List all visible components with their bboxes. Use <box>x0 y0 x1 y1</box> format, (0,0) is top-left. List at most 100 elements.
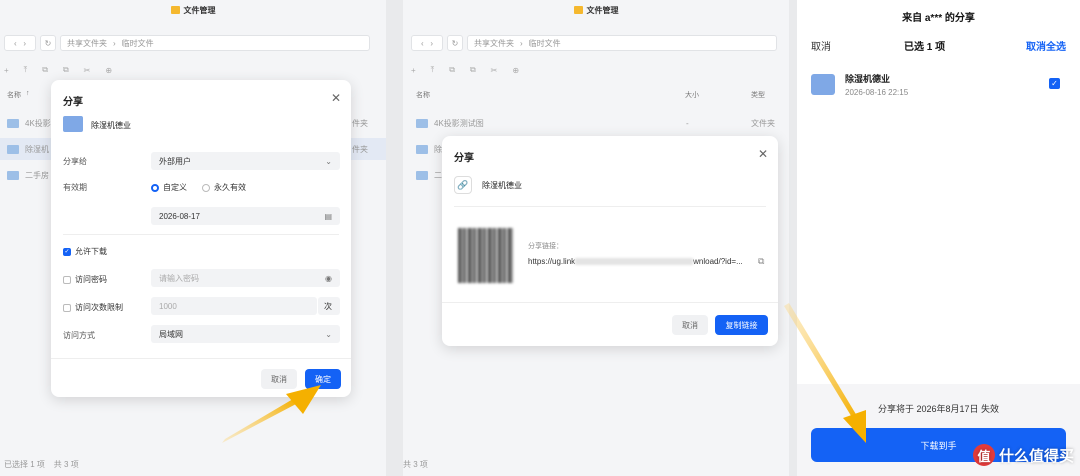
mobile-share-page: 来自 a*** 的分享 取消 已选 1 项 取消全选 除湿机德业 2026-08… <box>797 0 1080 476</box>
redacted-link-part <box>575 258 694 266</box>
folder-icon <box>811 74 835 95</box>
watermark-text: 什么值得买 <box>998 447 1074 465</box>
share-link-dialog: 分享 ✕ 🔗 除湿机德业 分享链接： https://ug.link wnload… <box>442 136 778 346</box>
share-icon[interactable]: ⊕ <box>105 66 112 75</box>
watermark-logo: 值 <box>972 444 995 466</box>
share-to-label: 分享给 <box>63 157 87 166</box>
share-to-select[interactable]: 外部用户 ⌄ <box>151 152 340 170</box>
link-label: 分享链接： <box>528 243 563 250</box>
date-value: 2026-08-17 <box>159 211 200 221</box>
refresh-icon[interactable]: ↻ <box>40 35 56 51</box>
sort-icon: ↑ <box>26 90 30 97</box>
dialog-title: 分享 <box>63 97 83 108</box>
cut-icon[interactable]: ✂ <box>491 66 498 75</box>
copy-icon[interactable]: ⧉ <box>470 65 476 75</box>
divider <box>63 234 339 235</box>
file-name: 4K投影测试图 <box>434 118 484 128</box>
checkbox-unchecked-icon <box>63 303 71 312</box>
close-icon[interactable]: ✕ <box>758 147 768 161</box>
upload-icon[interactable]: ⤒ <box>24 65 28 75</box>
folder-icon <box>7 144 19 154</box>
copy-icon[interactable]: ⧉ <box>63 65 69 75</box>
cut-icon[interactable]: ✂ <box>84 66 91 75</box>
column-header-name[interactable]: 名称 <box>416 90 430 100</box>
status-total: 共 3 项 <box>53 460 79 469</box>
limit-checkbox[interactable]: 访问次数限制 <box>63 302 123 313</box>
breadcrumb-item[interactable]: 临时文件 <box>529 38 561 49</box>
limit-input[interactable]: 1000 <box>151 297 317 315</box>
selection-bar: 取消 已选 1 项 取消全选 <box>797 38 1080 53</box>
folder-icon <box>416 170 428 180</box>
access-label: 访问方式 <box>63 331 95 340</box>
share-icon[interactable]: ⊕ <box>512 66 519 75</box>
confirm-button[interactable]: 确定 <box>305 369 341 389</box>
shared-item-name: 除湿机德业 <box>482 181 522 190</box>
breadcrumb-item[interactable]: 共享文件夹 <box>474 38 514 49</box>
validity-label: 有效期 <box>63 183 87 192</box>
validity-custom-radio[interactable]: 自定义 <box>151 182 187 193</box>
radio-label: 永久有效 <box>214 183 246 192</box>
bottom-area: 分享将于 2026年8月17日 失效 下载到手 值 什么值得买 <box>797 384 1080 476</box>
limit-unit: 次 <box>318 297 340 315</box>
file-name: 4K投影 <box>25 118 51 128</box>
cancel-button[interactable]: 取消 <box>811 38 831 53</box>
chevron-right-icon: › <box>113 38 116 48</box>
back-forward-buttons[interactable]: ‹ › <box>411 35 443 51</box>
eye-icon[interactable]: ◉ <box>325 274 332 283</box>
cancel-button[interactable]: 取消 <box>672 315 708 335</box>
window-titlebar: 文件管理 <box>0 0 386 20</box>
copy-icon[interactable]: ⧉ <box>449 65 455 75</box>
limit-unit-text: 次 <box>324 301 332 311</box>
column-header-type[interactable]: 类型 <box>751 90 765 100</box>
column-header-size[interactable]: 大小 <box>685 90 699 100</box>
link-prefix: https://ug.link <box>528 257 576 266</box>
list-item[interactable]: 4K投影测试图 - 文件夹 <box>403 112 789 134</box>
upload-icon[interactable]: ⤒ <box>431 65 435 75</box>
close-icon[interactable]: ✕ <box>331 91 341 105</box>
breadcrumb: 共享文件夹 › 临时文件 <box>60 35 370 51</box>
add-icon[interactable]: + <box>4 66 9 75</box>
file-name: 二 <box>434 170 442 180</box>
file-size: - <box>686 118 689 128</box>
cancel-button[interactable]: 取消 <box>261 369 297 389</box>
breadcrumb: 共享文件夹 › 临时文件 <box>467 35 777 51</box>
refresh-icon[interactable]: ↻ <box>447 35 463 51</box>
deselect-all-button[interactable]: 取消全选 <box>1026 38 1066 53</box>
add-icon[interactable]: + <box>411 66 416 75</box>
share-link-text[interactable]: https://ug.link wnload/?id=... <box>528 257 743 266</box>
status-bar: 已选择 1 项 共 3 项 <box>4 459 79 470</box>
breadcrumb-item[interactable]: 共享文件夹 <box>67 38 107 49</box>
shared-item-name: 除湿机德业 <box>91 121 131 130</box>
file-type: 文件夹 <box>751 118 775 128</box>
back-forward-buttons[interactable]: ‹ › <box>4 35 36 51</box>
share-to-value: 外部用户 <box>159 156 191 166</box>
checkbox-unchecked-icon <box>63 275 71 284</box>
breadcrumb-item[interactable]: 临时文件 <box>122 38 154 49</box>
password-input[interactable]: 请输入密码 ◉ <box>151 269 340 287</box>
column-header-name[interactable]: 名称 <box>7 90 21 100</box>
access-select[interactable]: 局域网 ⌄ <box>151 325 340 343</box>
folder-icon <box>7 170 19 180</box>
link-icon: 🔗 <box>454 176 472 194</box>
window-title: 文件管理 <box>183 5 216 15</box>
checkbox-label: 访问密码 <box>75 275 107 284</box>
divider <box>454 206 766 207</box>
download-label: 下载到手 <box>920 440 957 451</box>
copy-icon[interactable]: ⧉ <box>42 65 48 75</box>
date-picker[interactable]: 2026-08-17 ▤ <box>151 207 340 225</box>
file-name: 除 <box>434 144 442 154</box>
file-name: 除湿机 <box>25 144 49 154</box>
folder-icon <box>63 116 83 132</box>
radio-selected-icon <box>151 183 159 192</box>
password-checkbox[interactable]: 访问密码 <box>63 274 107 285</box>
checkbox-label: 访问次数限制 <box>75 303 123 312</box>
item-checkbox[interactable]: ✓ <box>1049 78 1060 89</box>
validity-permanent-radio[interactable]: 永久有效 <box>202 182 246 193</box>
folder-app-icon <box>170 6 180 14</box>
allow-download-checkbox[interactable]: ✓ 允许下载 <box>63 246 107 257</box>
list-header: 名称 大小 类型 <box>403 90 789 104</box>
folder-app-icon <box>573 6 583 14</box>
copy-link-button[interactable]: 复制链接 <box>715 315 768 335</box>
folder-icon <box>7 118 19 128</box>
copy-icon[interactable]: ⧉ <box>758 256 764 267</box>
